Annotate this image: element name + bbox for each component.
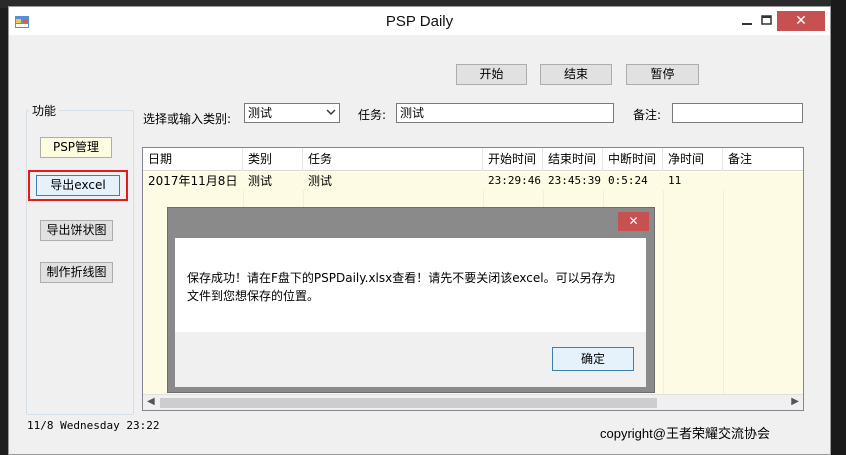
- note-label: 备注:: [633, 108, 662, 122]
- start-button[interactable]: 开始: [456, 64, 527, 85]
- column-header-net-time[interactable]: 净时间: [663, 148, 723, 171]
- column-header-end-time[interactable]: 结束时间: [543, 148, 603, 171]
- title-bar[interactable]: PSP Daily ✕: [9, 7, 830, 35]
- psp-manage-button[interactable]: PSP管理: [40, 137, 112, 158]
- note-input[interactable]: [672, 103, 803, 123]
- grid-divider: [663, 172, 664, 394]
- scroll-thumb[interactable]: [160, 398, 657, 408]
- cell-task[interactable]: 测试: [303, 172, 332, 190]
- cell-date[interactable]: 2017年11月8日: [143, 172, 237, 190]
- category-select-value: 测试: [248, 106, 273, 120]
- column-header-start-time[interactable]: 开始时间: [483, 148, 543, 171]
- cell-start-time[interactable]: 23:29:46: [483, 172, 541, 190]
- pause-button[interactable]: 暂停: [626, 64, 699, 85]
- minimize-icon[interactable]: [733, 11, 761, 29]
- horizontal-scrollbar[interactable]: ◀ ▶: [143, 394, 803, 410]
- column-header-note[interactable]: 备注: [723, 148, 803, 171]
- export-pie-button[interactable]: 导出饼状图: [40, 220, 113, 241]
- task-input[interactable]: 测试: [396, 103, 614, 123]
- make-line-button[interactable]: 制作折线图: [40, 262, 113, 283]
- table-row[interactable]: 2017年11月8日 测试 测试 23:29:46 23:45:39 0:5:2…: [143, 172, 803, 190]
- cell-note[interactable]: [723, 172, 728, 190]
- grid-header: 日期 类别 任务 开始时间 结束时间 中断时间 净时间 备注: [143, 148, 803, 171]
- copyright-text: copyright@王者荣耀交流协会: [600, 426, 770, 441]
- message-dialog: ✕ 保存成功！请在F盘下的PSPDaily.xlsx查看！请先不要关闭该exce…: [167, 207, 655, 393]
- cell-interrupt-time[interactable]: 0:5:24: [603, 172, 648, 190]
- cell-net-time[interactable]: 11: [663, 172, 681, 190]
- window-title: PSP Daily: [385, 13, 454, 30]
- dialog-footer: 确定: [175, 332, 646, 387]
- status-datetime: 11/8 Wednesday 23:22: [27, 419, 160, 432]
- cell-category[interactable]: 测试: [243, 172, 272, 190]
- scroll-right-icon[interactable]: ▶: [791, 396, 799, 407]
- dialog-message: 保存成功！请在F盘下的PSPDaily.xlsx查看！请先不要关闭该excel。…: [187, 271, 616, 303]
- close-icon[interactable]: ✕: [777, 11, 825, 31]
- task-label: 任务:: [358, 108, 387, 122]
- category-label: 选择或输入类别:: [143, 112, 232, 126]
- end-button[interactable]: 结束: [540, 64, 612, 85]
- category-select[interactable]: 测试: [244, 103, 340, 123]
- function-group-title: 功能: [29, 102, 60, 119]
- scroll-left-icon[interactable]: ◀: [147, 396, 155, 407]
- cell-end-time[interactable]: 23:45:39: [543, 172, 601, 190]
- dialog-close-icon[interactable]: ✕: [618, 212, 649, 231]
- column-header-date[interactable]: 日期: [143, 148, 243, 171]
- main-window: PSP Daily ✕ 开始 结束 暂停 功能 PSP管理 导出excel 导出…: [8, 6, 831, 455]
- dialog-body: 保存成功！请在F盘下的PSPDaily.xlsx查看！请先不要关闭该excel。…: [175, 238, 646, 332]
- grid-divider: [723, 172, 724, 394]
- chevron-down-icon[interactable]: [326, 106, 336, 125]
- column-header-category[interactable]: 类别: [243, 148, 303, 171]
- column-header-interrupt-time[interactable]: 中断时间: [603, 148, 663, 171]
- ok-button[interactable]: 确定: [552, 347, 634, 371]
- column-header-task[interactable]: 任务: [303, 148, 483, 171]
- desktop-edge: [831, 0, 846, 455]
- export-excel-button[interactable]: 导出excel: [36, 175, 120, 196]
